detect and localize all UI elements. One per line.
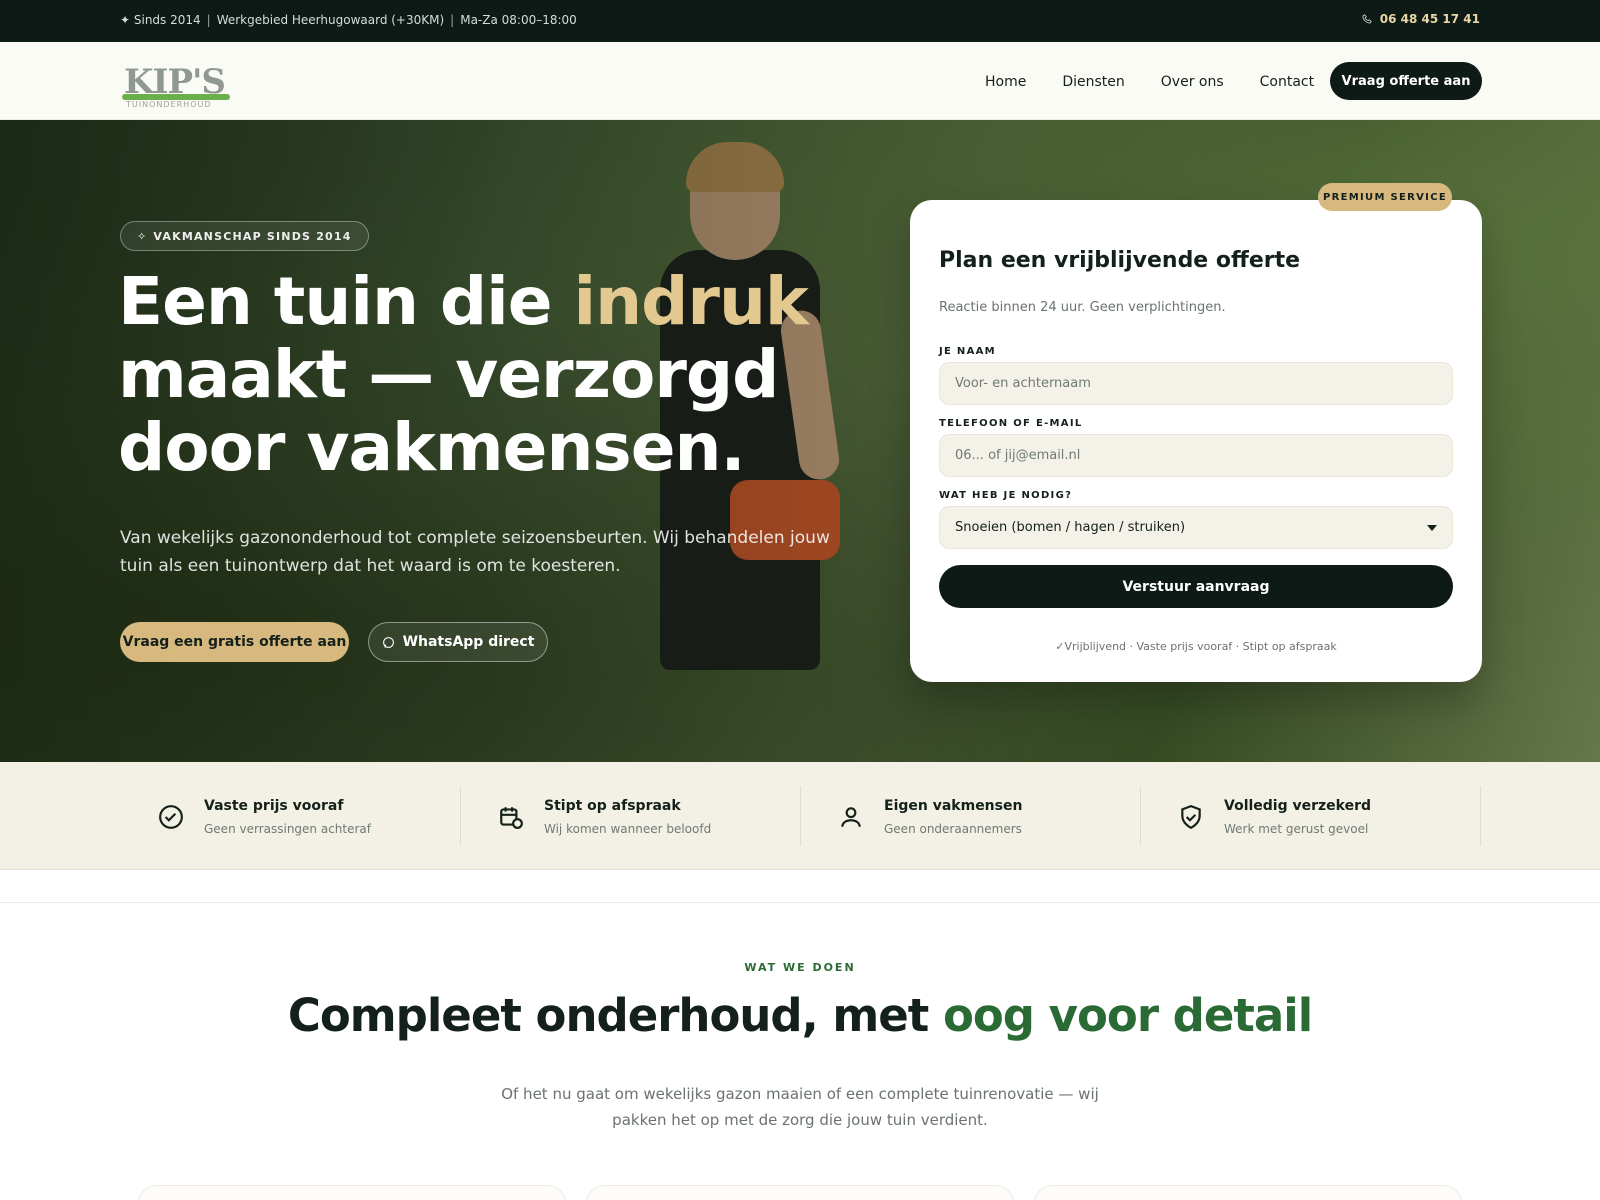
logo[interactable]: KIP'S TUINONDERHOUD xyxy=(120,50,242,112)
nav-over-ons[interactable]: Over ons xyxy=(1161,74,1224,90)
service-card[interactable] xyxy=(586,1185,1014,1200)
divider xyxy=(460,786,461,846)
hero-lead: Van wekelijks gazononderhoud tot complet… xyxy=(120,528,830,576)
service-card[interactable] xyxy=(1034,1185,1462,1200)
usp-desc: Werk met gerust gevoel xyxy=(1224,822,1369,836)
whatsapp-icon xyxy=(382,636,394,648)
submit-button[interactable]: Verstuur aanvraag xyxy=(939,565,1453,608)
work-area-text: Werkgebied Heerhugowaard (+30KM) xyxy=(216,13,445,27)
service-card[interactable] xyxy=(138,1185,566,1200)
quote-form-card: Plan een vrijblijvende offerte Reactie b… xyxy=(910,200,1482,682)
top-phone[interactable]: 06 48 45 17 41 xyxy=(1362,12,1480,26)
check-circle-icon xyxy=(159,805,183,829)
services-intro: Of het nu gaat om wekelijks gazon maaien… xyxy=(501,1085,1099,1129)
divider xyxy=(800,786,801,846)
usp-title: Volledig verzekerd xyxy=(1224,798,1372,814)
usp-desc: Wij komen wanneer beloofd xyxy=(544,822,712,836)
usp-item: Eigen vakmensen Geen onderaannemers xyxy=(814,796,1154,840)
usp-title: Eigen vakmensen xyxy=(884,798,1023,814)
hero-badge: ✧ VAKMANSCHAP SINDS 2014 xyxy=(120,221,369,251)
logo-subtitle: TUINONDERHOUD xyxy=(126,100,212,109)
contact-label: TELEFOON OF E-MAIL xyxy=(939,418,1083,429)
phone-icon xyxy=(1362,14,1372,24)
service-select-value: Snoeien (bomen / hagen / struiken) xyxy=(955,520,1186,535)
service-select[interactable]: Snoeien (bomen / hagen / struiken) xyxy=(939,506,1453,549)
user-icon xyxy=(841,807,861,827)
divider xyxy=(1480,786,1481,846)
services-eyebrow: WAT WE DOEN xyxy=(744,961,856,974)
hero-title-part1: Een tuin die xyxy=(118,263,574,340)
nav-diensten[interactable]: Diensten xyxy=(1062,74,1124,90)
hero-badge-text: VAKMANSCHAP SINDS 2014 xyxy=(153,229,352,243)
divider xyxy=(1140,786,1141,846)
separator: | xyxy=(206,13,211,27)
site-header: KIP'S TUINONDERHOUD Home Diensten Over o… xyxy=(0,42,1600,120)
services-section: WAT WE DOEN Compleet onderhoud, met oog … xyxy=(0,902,1600,1200)
whatsapp-label: WhatsApp direct xyxy=(402,634,535,650)
form-footnote: ✓Vrijblijvend · Vaste prijs vooraf · Sti… xyxy=(1055,640,1337,653)
free-quote-button[interactable]: Vraag een gratis offerte aan xyxy=(120,622,349,662)
hero-title: Een tuin die indruk maakt — verzorgd doo… xyxy=(118,265,818,484)
usp-desc: Geen verrassingen achteraf xyxy=(204,822,371,836)
name-input[interactable]: Voor- en achternaam xyxy=(939,362,1453,405)
usp-desc: Geen onderaannemers xyxy=(884,822,1022,836)
since-text: ✦ Sinds 2014 xyxy=(120,13,201,27)
name-label: JE NAAM xyxy=(939,346,996,357)
nav-home[interactable]: Home xyxy=(985,74,1026,90)
premium-service-badge: PREMIUM SERVICE xyxy=(1318,183,1452,211)
usp-strip: Vaste prijs vooraf Geen verrassingen ach… xyxy=(0,762,1600,870)
form-subtitle: Reactie binnen 24 uur. Geen verplichting… xyxy=(939,300,1226,315)
usp-item: Vaste prijs vooraf Geen verrassingen ach… xyxy=(134,796,474,840)
phone-number[interactable]: 06 48 45 17 41 xyxy=(1380,12,1480,26)
request-quote-button[interactable]: Vraag offerte aan xyxy=(1330,62,1482,100)
main-nav: Home Diensten Over ons Contact xyxy=(985,74,1314,90)
services-title-accent: oog voor detail xyxy=(942,989,1313,1042)
usp-item: Stipt op afspraak Wij komen wanneer belo… xyxy=(474,796,814,840)
services-title-part1: Compleet onderhoud, met xyxy=(287,989,943,1042)
chevron-down-icon xyxy=(1427,524,1437,531)
usp-title: Stipt op afspraak xyxy=(544,798,681,814)
form-title: Plan een vrijblijvende offerte xyxy=(939,248,1301,273)
nav-contact[interactable]: Contact xyxy=(1260,74,1314,90)
services-title: Compleet onderhoud, met oog voor detail xyxy=(0,989,1600,1042)
hero-title-accent: indruk xyxy=(573,263,809,340)
usp-item: Volledig verzekerd Werk met gerust gevoe… xyxy=(1154,796,1494,840)
shield-check-icon xyxy=(1181,805,1201,830)
need-label: WAT HEB JE NODIG? xyxy=(939,490,1073,501)
top-info-bar: ✦ Sinds 2014 | Werkgebied Heerhugowaard … xyxy=(0,0,1600,42)
opening-hours-text: Ma-Za 08:00–18:00 xyxy=(460,13,577,27)
hero-title-part2: maakt — verzorgd door vakmensen. xyxy=(118,336,779,486)
contact-input[interactable]: 06... of jij@email.nl xyxy=(939,434,1453,477)
calendar-clock-icon xyxy=(500,807,523,829)
usp-title: Vaste prijs vooraf xyxy=(204,798,344,814)
hero-section: ✧ VAKMANSCHAP SINDS 2014 Een tuin die in… xyxy=(0,120,1600,762)
whatsapp-button[interactable]: WhatsApp direct xyxy=(368,622,548,662)
separator: | xyxy=(450,13,455,27)
top-info-left: ✦ Sinds 2014 | Werkgebied Heerhugowaard … xyxy=(120,13,577,27)
sparkle-icon: ✧ xyxy=(137,229,148,243)
